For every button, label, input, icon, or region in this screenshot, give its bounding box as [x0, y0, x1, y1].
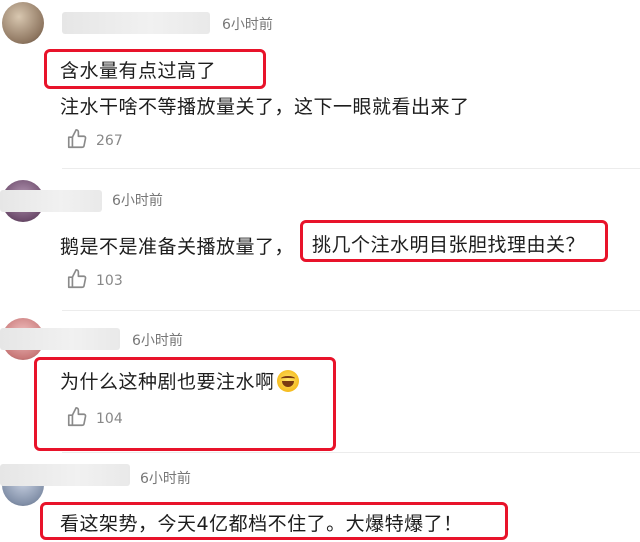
comment-text-highlighted: 挑几个注水明目张胆找理由关？	[312, 234, 586, 256]
comment-text: 为什么这种剧也要注水啊	[60, 371, 275, 393]
divider	[62, 452, 640, 453]
comment-time: 6小时前	[112, 193, 163, 209]
username-blurred[interactable]	[62, 12, 210, 34]
comment-3: 6小时前 为什么这种剧也要注水啊 104	[0, 312, 640, 452]
username-blurred[interactable]	[0, 328, 120, 350]
comment-text-line-1: 看这架势，今天4亿都档不住了。大爆特爆了！	[60, 513, 463, 535]
like-button[interactable]: 103	[66, 268, 123, 294]
like-button[interactable]: 104	[66, 406, 123, 432]
comment-1: 6小时前 含水量有点过高了 注水干啥不等播放量关了，这下一眼就看出来了 267	[0, 0, 640, 170]
divider	[62, 168, 640, 169]
username-blurred[interactable]	[0, 190, 102, 212]
comment-text-line-2: 注水干啥不等播放量关了，这下一眼就看出来了	[60, 96, 470, 118]
comment-text-line-1: 含水量有点过高了	[60, 60, 217, 82]
divider	[62, 310, 640, 311]
comment-text-line-1: 为什么这种剧也要注水啊	[60, 367, 299, 394]
comment-text-plain: 鹅是不是准备关播放量了，	[60, 236, 295, 258]
like-count: 104	[96, 411, 123, 427]
laughing-tears-emoji-icon	[276, 370, 299, 392]
comment-time: 6小时前	[222, 17, 273, 33]
thumbs-up-icon	[66, 268, 88, 294]
like-button[interactable]: 267	[66, 128, 123, 154]
thumbs-up-icon	[66, 406, 88, 432]
comment-time: 6小时前	[132, 333, 183, 349]
thumbs-up-icon	[66, 128, 88, 154]
comment-time: 6小时前	[140, 471, 191, 487]
comment-4: 6小时前 看这架势，今天4亿都档不住了。大爆特爆了！	[0, 454, 640, 542]
like-count: 267	[96, 133, 123, 149]
avatar[interactable]	[2, 2, 44, 44]
username-blurred[interactable]	[0, 464, 130, 486]
comment-2: 6小时前 鹅是不是准备关播放量了， 挑几个注水明目张胆找理由关？ 103	[0, 170, 640, 310]
like-count: 103	[96, 273, 123, 289]
